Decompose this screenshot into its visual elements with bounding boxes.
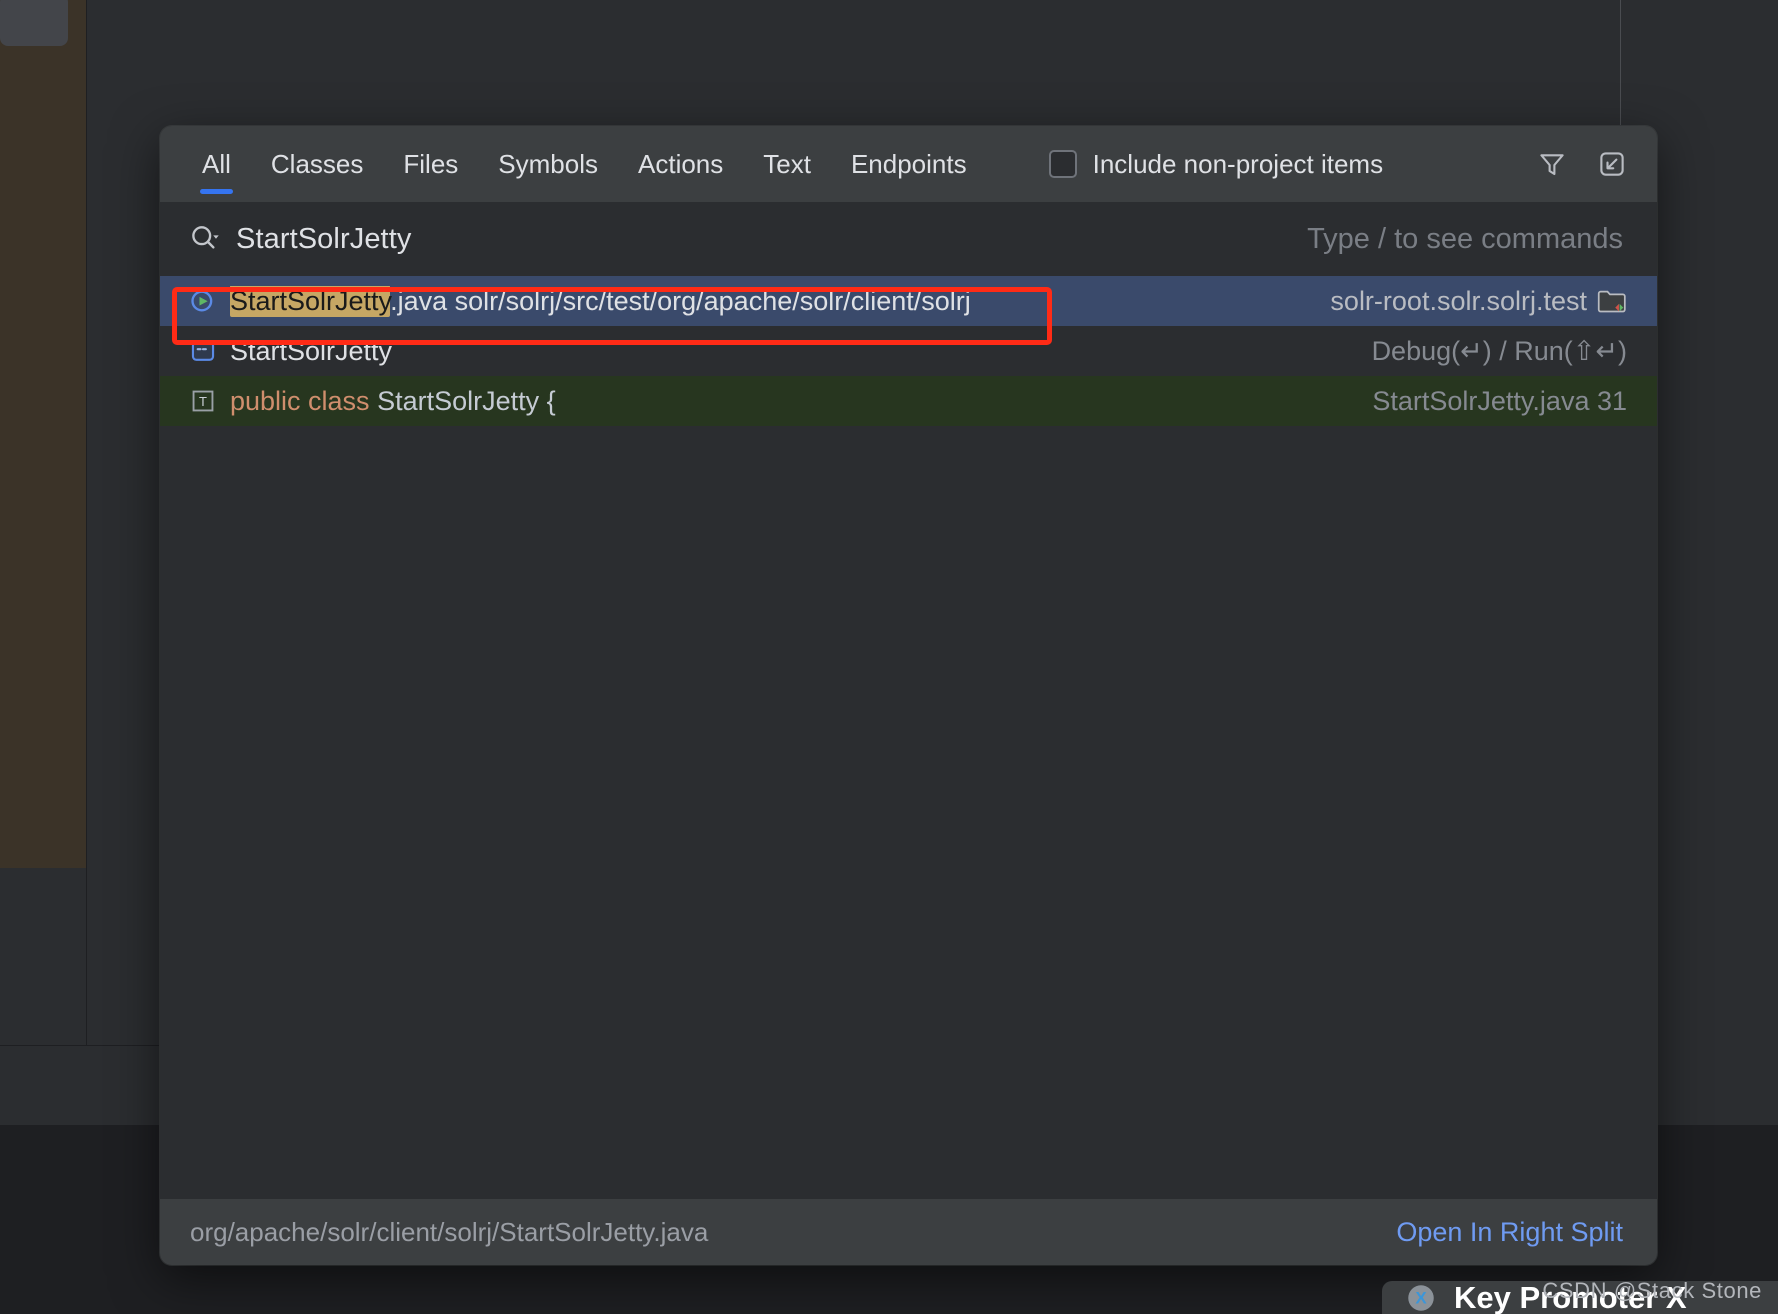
result-match-text: StartSolrJetty bbox=[230, 285, 391, 317]
code-keyword-text: public class bbox=[230, 385, 370, 416]
result-row-code-hit[interactable]: T public class StartSolrJetty { StartSol… bbox=[160, 376, 1657, 426]
search-results-list[interactable]: StartSolrJetty.java solr/solrj/src/test/… bbox=[160, 276, 1657, 1199]
text-match-icon: T bbox=[188, 386, 218, 416]
tab-endpoints[interactable]: Endpoints bbox=[831, 126, 987, 202]
result-row-code-hit-location: StartSolrJetty.java 31 bbox=[1372, 385, 1627, 416]
result-row-file[interactable]: StartSolrJetty.java solr/solrj/src/test/… bbox=[160, 276, 1657, 326]
tab-symbols[interactable]: Symbols bbox=[478, 126, 618, 202]
csdn-watermark: CSDN @Stack Stone bbox=[1542, 1278, 1762, 1303]
open-in-right-split-link[interactable]: Open In Right Split bbox=[1396, 1217, 1623, 1248]
tool-window-tab[interactable] bbox=[0, 0, 68, 46]
tab-actions[interactable]: Actions bbox=[618, 126, 743, 202]
include-non-project-items-checkbox[interactable] bbox=[1048, 150, 1077, 178]
result-rest-text: .java solr/solrj/src/test/org/apache/sol… bbox=[390, 285, 971, 316]
search-everywhere-tabbar: All Classes Files Symbols Actions Text E… bbox=[160, 126, 1657, 202]
tab-text[interactable]: Text bbox=[743, 126, 831, 202]
panel-divider-left bbox=[86, 0, 87, 1045]
result-row-code-hit-label: public class StartSolrJetty { bbox=[230, 386, 556, 417]
search-everywhere-popup[interactable]: All Classes Files Symbols Actions Text E… bbox=[160, 126, 1657, 1265]
filter-icon[interactable] bbox=[1535, 147, 1569, 181]
search-everywhere-input-row[interactable]: StartSolrJetty Type / to see commands bbox=[160, 202, 1657, 276]
result-row-run-configuration-label: StartSolrJetty bbox=[230, 335, 393, 366]
result-row-run-shortcuts: Debug(↵) / Run(⇧↵) bbox=[1371, 335, 1627, 366]
result-row-run-configuration[interactable]: StartSolrJetty Debug(↵) / Run(⇧↵) bbox=[160, 326, 1657, 376]
code-rest-text: StartSolrJetty { bbox=[369, 385, 556, 416]
result-row-file-label: StartSolrJetty.java solr/solrj/src/test/… bbox=[230, 285, 971, 317]
include-non-project-items-label: Include non-project items bbox=[1092, 148, 1384, 179]
runnable-java-class-icon bbox=[188, 286, 218, 316]
search-everywhere-footer: org/apache/solr/client/solrj/StartSolrJe… bbox=[160, 1199, 1657, 1265]
search-everywhere-toolbar bbox=[1535, 147, 1633, 181]
selected-item-path: org/apache/solr/client/solrj/StartSolrJe… bbox=[190, 1216, 709, 1247]
svg-text:T: T bbox=[199, 394, 207, 409]
test-source-folder-icon bbox=[1597, 288, 1627, 314]
run-configuration-icon bbox=[188, 336, 218, 366]
center-lower-panel bbox=[87, 868, 159, 1045]
result-row-file-location: solr-root.solr.solrj.test bbox=[1304, 286, 1627, 317]
key-promoter-x-icon: X bbox=[1404, 1281, 1438, 1314]
search-dropdown-icon[interactable] bbox=[188, 222, 222, 256]
include-non-project-items-control[interactable]: Include non-project items bbox=[1048, 148, 1384, 180]
search-commands-hint: Type / to see commands bbox=[1307, 222, 1623, 255]
tab-files[interactable]: Files bbox=[383, 126, 478, 202]
search-input[interactable]: StartSolrJetty bbox=[236, 223, 411, 256]
svg-text:X: X bbox=[1415, 1288, 1427, 1307]
open-in-find-tool-window-icon[interactable] bbox=[1595, 147, 1629, 181]
tool-window-sidebar bbox=[0, 0, 86, 868]
left-lower-panel bbox=[0, 868, 86, 1045]
tab-all[interactable]: All bbox=[182, 126, 251, 202]
result-module-text: solr-root.solr.solrj.test bbox=[1330, 285, 1587, 316]
tab-classes[interactable]: Classes bbox=[251, 126, 383, 202]
